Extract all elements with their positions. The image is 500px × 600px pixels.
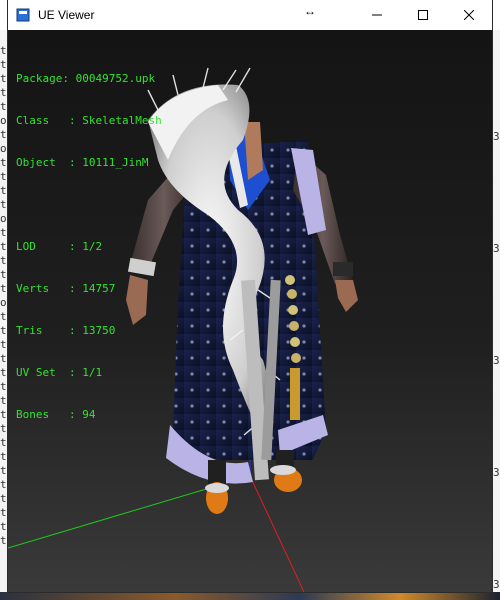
resize-cursor-icon: ↔ — [304, 4, 316, 18]
info-lod-row: LOD : 1/2 — [16, 240, 103, 253]
minimize-button[interactable] — [354, 0, 400, 30]
background-text-glyph: t — [0, 184, 7, 197]
info-object-row: Object : 10111_JinM — [16, 156, 149, 169]
background-text-glyph: t — [0, 506, 7, 519]
background-text-glyph: t — [0, 408, 7, 421]
background-text-glyph: t — [0, 394, 7, 407]
background-text-glyph: o — [0, 114, 7, 127]
background-text-glyph: o — [0, 212, 7, 225]
3d-viewport[interactable]: Package: 00049752.upk Class : SkeletalMe… — [8, 30, 492, 592]
info-verts-row: Verts : 14757 — [16, 282, 116, 295]
maximize-icon — [418, 10, 428, 20]
close-button[interactable] — [446, 0, 492, 30]
window-title: UE Viewer — [38, 8, 95, 22]
background-text-glyph: 3 — [493, 578, 500, 591]
minimize-icon — [372, 14, 382, 16]
background-text-glyph: t — [0, 366, 7, 379]
ue-viewer-window: UE Viewer ↔ Package: 00049752.upk Class … — [8, 0, 492, 592]
background-text-glyph: t — [0, 156, 7, 169]
right-boot-trim — [270, 465, 296, 475]
title-bar[interactable]: UE Viewer ↔ — [8, 0, 492, 30]
background-text-glyph: o — [0, 296, 7, 309]
info-class-value: SkeletalMesh — [82, 114, 162, 127]
background-text-glyph: t — [0, 100, 7, 113]
background-text-glyph: t — [0, 464, 7, 477]
info-tris-row: Tris : 13750 — [16, 324, 116, 337]
background-text-glyph: t — [0, 492, 7, 505]
info-lod-value: 1/2 — [82, 240, 103, 253]
info-bones-row: Bones : 94 — [16, 408, 96, 421]
background-text-glyph: t — [0, 44, 7, 57]
background-text-glyph: t — [0, 324, 7, 337]
background-text-glyph: 3 — [493, 466, 500, 479]
background-text-glyph: 3 — [493, 130, 500, 143]
info-uvset-value: 1/1 — [82, 366, 103, 379]
mesh-info-overlay: Package: 00049752.upk Class : SkeletalMe… — [16, 44, 162, 450]
background-text-glyph: 3 — [493, 242, 500, 255]
info-uvset-row: UV Set : 1/1 — [16, 366, 103, 379]
background-text-glyph: t — [0, 128, 7, 141]
background-text-glyph: t — [0, 520, 7, 533]
axis-x-line — [249, 475, 305, 592]
background-text-glyph: t — [0, 534, 7, 547]
left-boot-trim — [205, 483, 229, 493]
background-text-glyph: t — [0, 226, 7, 239]
background-text-glyph: t — [0, 198, 7, 211]
background-text-glyph: t — [0, 72, 7, 85]
background-text-glyph: t — [0, 450, 7, 463]
background-text-glyph: t — [0, 380, 7, 393]
right-hand — [335, 280, 358, 312]
background-taskbar-strip — [0, 592, 500, 600]
info-verts-value: 14757 — [82, 282, 116, 295]
info-class-row: Class : SkeletalMesh — [16, 114, 162, 127]
background-text-glyph: t — [0, 436, 7, 449]
background-text-glyph: t — [0, 338, 7, 351]
background-text-glyph: t — [0, 254, 7, 267]
background-text-glyph: t — [0, 268, 7, 281]
right-cuff — [333, 262, 353, 276]
background-text-glyph: t — [0, 310, 7, 323]
background-text-glyph: 3 — [493, 354, 500, 367]
background-text-glyph: t — [0, 352, 7, 365]
background-text-glyph: o — [0, 142, 7, 155]
info-object-value: 10111_JinM — [82, 156, 149, 169]
info-package-value: 00049752.upk — [75, 72, 156, 85]
info-package-row: Package: 00049752.upk — [16, 72, 156, 85]
background-text-glyph: t — [0, 170, 7, 183]
background-window-right-edge: 3 3 3 3 3 — [491, 30, 500, 600]
background-text-glyph: t — [0, 422, 7, 435]
app-icon — [16, 8, 30, 22]
info-bones-value: 94 — [82, 408, 96, 421]
background-text-glyph: t — [0, 86, 7, 99]
maximize-button[interactable] — [400, 0, 446, 30]
background-text-glyph: t — [0, 282, 7, 295]
background-text-glyph: t — [0, 58, 7, 71]
background-text-glyph: t — [0, 240, 7, 253]
close-icon — [464, 10, 474, 20]
info-tris-value: 13750 — [82, 324, 116, 337]
background-text-glyph: t — [0, 478, 7, 491]
